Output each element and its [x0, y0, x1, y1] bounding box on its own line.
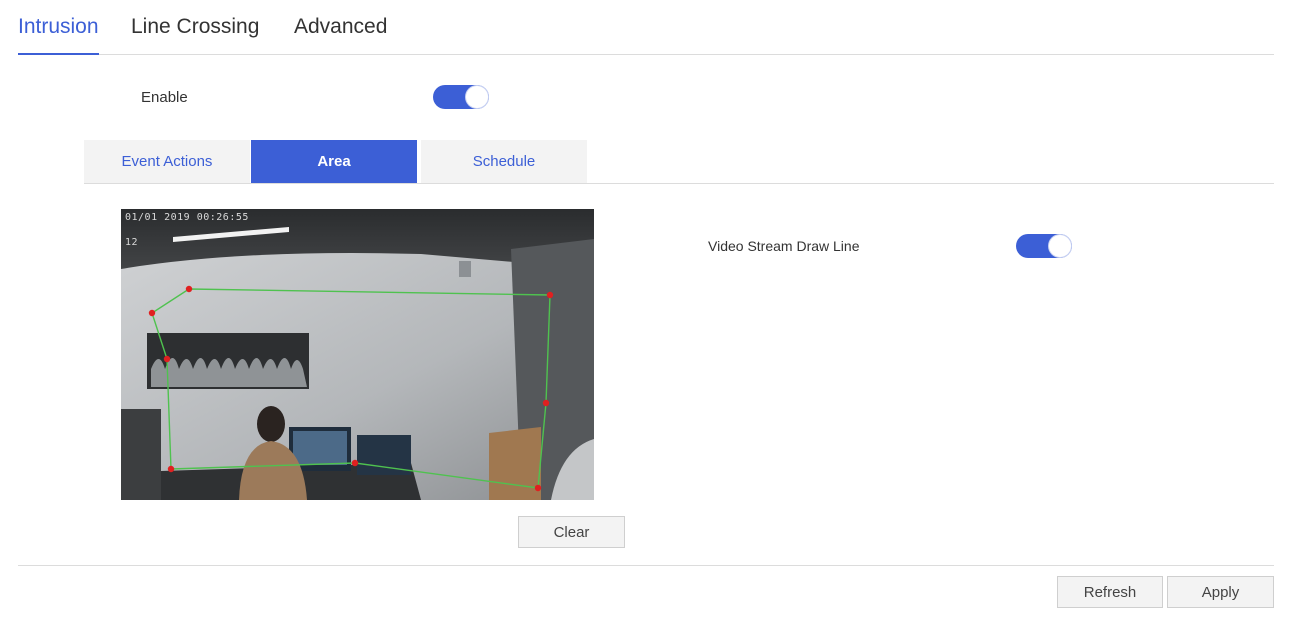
subtab-area[interactable]: Area [251, 140, 417, 183]
active-tab-indicator [18, 53, 99, 55]
clear-button[interactable]: Clear [518, 516, 625, 548]
video-osd-timestamp: 01/01 2019 00:26:55 [125, 212, 249, 223]
apply-button[interactable]: Apply [1167, 576, 1274, 608]
enable-toggle-knob [466, 86, 488, 108]
video-osd-channel: 12 [125, 237, 139, 248]
draw-line-toggle[interactable] [1016, 234, 1072, 258]
tab-line-crossing[interactable]: Line Crossing [131, 15, 259, 39]
tabs-divider [18, 54, 1274, 55]
footer-divider [18, 565, 1274, 566]
subtab-schedule[interactable]: Schedule [421, 140, 587, 183]
tab-intrusion[interactable]: Intrusion [18, 15, 99, 39]
subtab-event-actions[interactable]: Event Actions [84, 140, 250, 183]
draw-line-toggle-knob [1049, 235, 1071, 257]
tab-advanced[interactable]: Advanced [294, 15, 387, 39]
video-scene [121, 209, 594, 500]
video-preview[interactable]: 01/01 2019 00:26:55 12 [121, 209, 594, 500]
draw-line-label: Video Stream Draw Line [708, 238, 860, 254]
subtabs-divider [84, 183, 1274, 184]
refresh-button[interactable]: Refresh [1057, 576, 1163, 608]
enable-label: Enable [141, 89, 188, 106]
enable-toggle[interactable] [433, 85, 489, 109]
